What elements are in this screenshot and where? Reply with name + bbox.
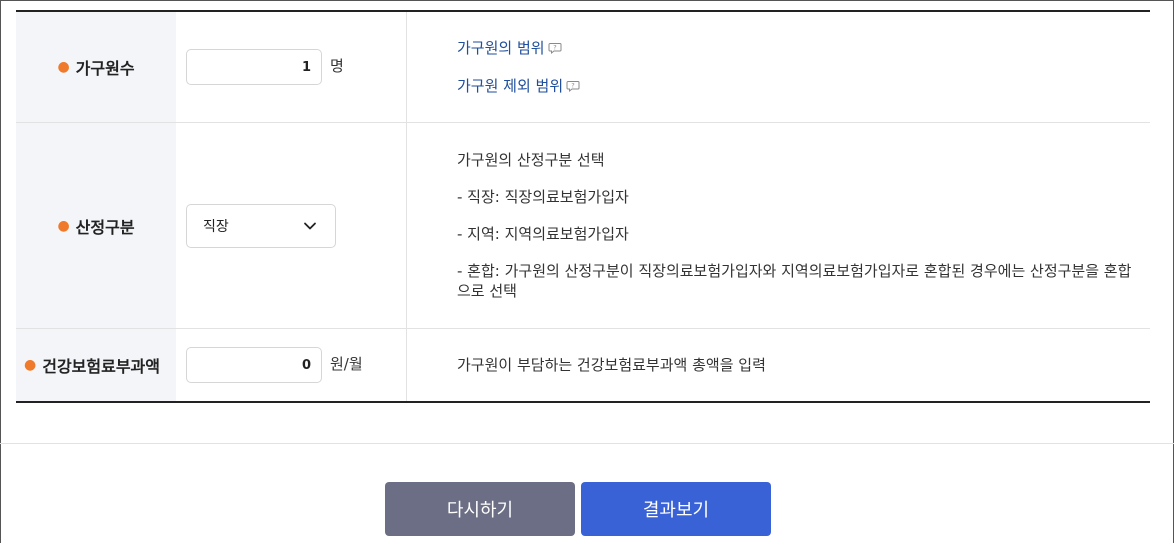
premium-row: ● 건강보험료부과액 0 원/월 가구원이 부담하는 건강보험료부과액 총액을 …: [16, 329, 1150, 401]
required-dot-icon: ●: [57, 59, 70, 75]
household-count-input[interactable]: 1: [186, 49, 322, 85]
category-label-cell: ● 산정구분: [16, 123, 176, 328]
category-description-employee: - 직장: 직장의료보험가입자: [457, 188, 629, 206]
category-selected-value: 직장: [203, 218, 229, 235]
svg-text:?: ?: [571, 82, 574, 90]
household-count-input-cell: 1 명: [176, 12, 407, 122]
required-dot-icon: ●: [57, 217, 70, 234]
household-count-label-cell: ● 가구원수: [16, 12, 176, 122]
reset-button-label: 다시하기: [446, 500, 514, 521]
reset-button[interactable]: 다시하기: [385, 482, 575, 536]
premium-value: 0: [301, 357, 311, 373]
household-count-row: ● 가구원수 1 명 가구원의 범위 ? 가구원 제외 범위 ?: [16, 12, 1150, 123]
category-select[interactable]: 직장: [186, 203, 336, 248]
category-input-cell: 직장: [176, 123, 407, 328]
premium-description-cell: 가구원이 부담하는 건강보험료부과액 총액을 입력: [407, 329, 1150, 401]
category-row: ● 산정구분 직장 가구원의 산정구분 선택 - 직장: 직장의료보험가입자 -…: [16, 123, 1150, 329]
household-range-link-label: 가구원의 범위: [457, 39, 545, 57]
category-description-cell: 가구원의 산정구분 선택 - 직장: 직장의료보험가입자 - 지역: 지역의료보…: [407, 123, 1150, 328]
category-description-regional: - 지역: 지역의료보험가입자: [457, 225, 629, 243]
premium-input[interactable]: 0: [186, 347, 322, 383]
category-description-title: 가구원의 산정구분 선택: [457, 151, 605, 169]
premium-input-cell: 0 원/월: [176, 329, 407, 401]
calculation-form-table: ● 가구원수 1 명 가구원의 범위 ? 가구원 제외 범위 ? ● 산정구분 …: [16, 10, 1150, 403]
household-count-unit: 명: [330, 56, 344, 75]
section-divider: [0, 443, 1174, 444]
question-bubble-icon[interactable]: ?: [566, 79, 580, 93]
premium-label: 건강보험료부과액: [42, 357, 160, 376]
question-bubble-icon[interactable]: ?: [548, 41, 562, 55]
household-range-link[interactable]: 가구원의 범위 ?: [457, 38, 1150, 58]
household-count-value: 1: [301, 59, 311, 75]
premium-description: 가구원이 부담하는 건강보험료부과액 총액을 입력: [457, 356, 766, 374]
view-result-button-label: 결과보기: [642, 500, 710, 521]
household-count-label: 가구원수: [75, 59, 135, 78]
required-dot-icon: ●: [24, 357, 37, 373]
premium-unit: 원/월: [330, 354, 363, 373]
premium-label-cell: ● 건강보험료부과액: [16, 329, 176, 401]
svg-text:?: ?: [553, 44, 556, 52]
household-exclusion-link-label: 가구원 제외 범위: [457, 77, 564, 95]
household-exclusion-link[interactable]: 가구원 제외 범위 ?: [457, 76, 1150, 96]
category-description-mixed: - 혼합: 가구원의 산정구분이 직장의료보험가입자와 지역의료보험가입자로 혼…: [457, 262, 1132, 300]
chevron-down-icon: [304, 222, 316, 229]
household-count-help-cell: 가구원의 범위 ? 가구원 제외 범위 ?: [407, 12, 1150, 122]
view-result-button[interactable]: 결과보기: [581, 482, 771, 536]
category-label: 산정구분: [75, 217, 135, 237]
